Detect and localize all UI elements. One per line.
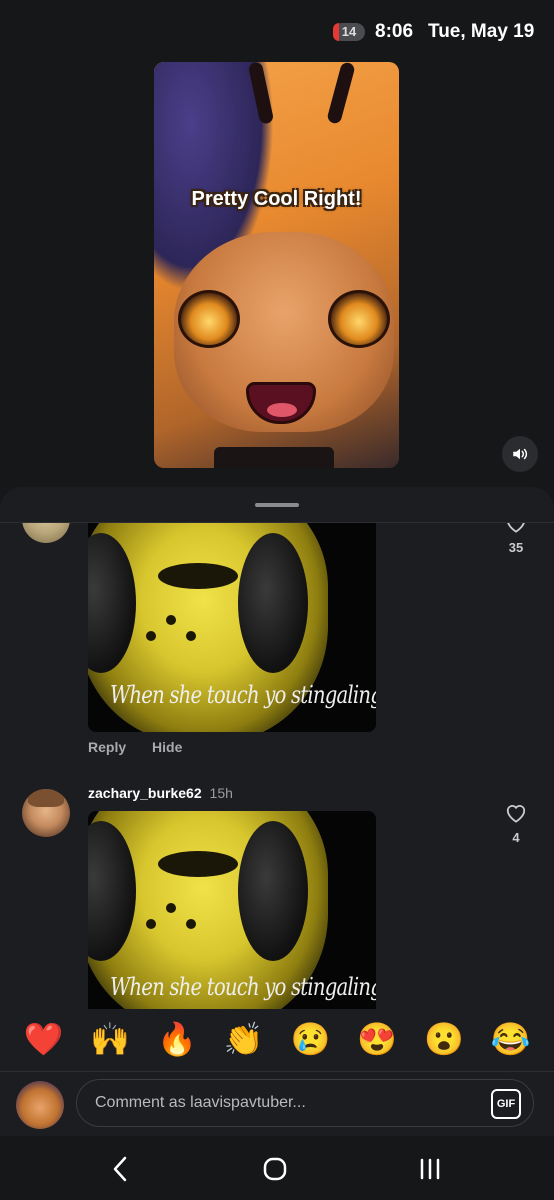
gif-button[interactable]: GIF	[491, 1089, 521, 1119]
raising-hands-emoji-button[interactable]: 🙌	[90, 1023, 130, 1055]
surprised-emoji-button[interactable]: 😮	[424, 1023, 464, 1055]
video-preview[interactable]: Pretty Cool Right!	[154, 62, 399, 468]
comments-sheet: When she touch yo stingaling 35 Reply Hi…	[0, 487, 554, 1200]
comment-gif[interactable]: When she touch yo stingaling	[88, 811, 376, 1011]
avatar[interactable]	[22, 523, 70, 543]
recents-button[interactable]	[410, 1154, 450, 1184]
comment-gif[interactable]: When she touch yo stingaling	[88, 523, 376, 732]
gif-art-wasp-dot	[166, 903, 176, 913]
reply-button[interactable]: Reply	[88, 739, 126, 755]
comments-list[interactable]: When she touch yo stingaling 35 Reply Hi…	[0, 523, 554, 1011]
gif-art-wasp-dot	[146, 919, 156, 929]
video-caption: Pretty Cool Right!	[191, 188, 362, 210]
heart-icon	[507, 523, 525, 533]
gif-caption: When she touch yo stingaling	[110, 973, 376, 1001]
like-control[interactable]: 4	[496, 803, 536, 845]
comment-username[interactable]: zachary_burke62	[88, 785, 202, 801]
video-art-antenna	[326, 62, 356, 125]
divider	[0, 1071, 554, 1072]
like-count: 35	[508, 540, 524, 555]
status-date: Tue, May 19	[428, 21, 535, 42]
like-control[interactable]: 35	[496, 523, 536, 555]
current-user-avatar	[16, 1081, 64, 1129]
comment-timestamp: 15h	[209, 785, 233, 801]
speaker-icon	[513, 448, 528, 460]
system-nav-bar	[0, 1136, 554, 1200]
video-art-eye	[328, 290, 390, 348]
like-count: 4	[512, 830, 520, 845]
comment-input-placeholder: Comment as laavispavtuber...	[95, 1094, 306, 1111]
hide-button[interactable]: Hide	[152, 739, 182, 755]
crying-emoji-button[interactable]: 😢	[290, 1023, 330, 1055]
heart-emoji-button[interactable]: ❤️	[23, 1023, 63, 1055]
volume-button[interactable]	[502, 436, 538, 472]
drag-handle[interactable]	[255, 503, 299, 507]
gif-art-wasp-dot	[186, 631, 196, 641]
notification-count-badge: 14	[333, 23, 365, 41]
comment-actions: Reply Hide	[88, 739, 204, 755]
status-time: 8:06	[375, 21, 414, 42]
gif-art-wasp-mark	[158, 563, 238, 589]
back-chevron-icon	[113, 1156, 127, 1182]
gif-art-wasp-mark	[158, 851, 238, 877]
gif-art-wasp-eye	[238, 821, 308, 961]
gif-art-wasp-eye	[238, 533, 308, 673]
gif-art-wasp-dot	[186, 919, 196, 929]
back-button[interactable]	[100, 1154, 140, 1184]
video-art-eye	[178, 290, 240, 348]
heart-eyes-emoji-button[interactable]: 😍	[357, 1023, 397, 1055]
comment-header: zachary_burke62 15h	[88, 785, 233, 801]
recents-bars-icon	[420, 1158, 440, 1180]
fire-emoji-button[interactable]: 🔥	[157, 1023, 197, 1055]
home-button[interactable]	[255, 1154, 295, 1184]
comment-input[interactable]: Comment as laavispavtuber... GIF	[76, 1079, 534, 1127]
status-bar: 14 8:06 Tue, May 19	[0, 0, 554, 62]
home-circle-icon	[263, 1157, 287, 1181]
heart-icon	[506, 805, 526, 823]
emoji-reaction-bar: ❤️ 🙌 🔥 👏 😢 😍 😮 😂	[0, 1009, 554, 1069]
avatar[interactable]	[22, 789, 70, 837]
gif-art-wasp-dot	[166, 615, 176, 625]
gif-art-wasp-dot	[146, 631, 156, 641]
video-art-collar	[214, 447, 334, 468]
laughing-emoji-button[interactable]: 😂	[491, 1023, 531, 1055]
clapping-emoji-button[interactable]: 👏	[224, 1023, 264, 1055]
gif-caption: When she touch yo stingaling	[110, 681, 376, 709]
